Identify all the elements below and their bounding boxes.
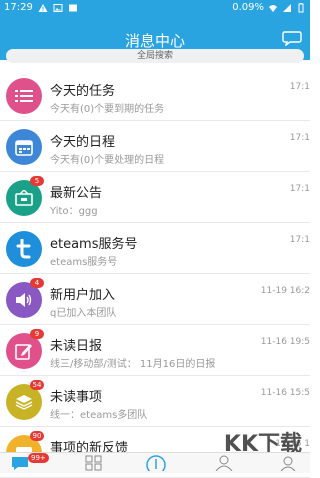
battery-percent: 0.09% [232,2,264,13]
message-title: eteams服务号 [50,237,138,252]
message-subtitle: 线三/移动部/测试： 11月16日的日报 [50,359,216,370]
search-placeholder: 全局搜索 [136,51,173,61]
warning-icon [38,3,48,12]
message-time: 17:1 [289,82,310,92]
gallery-icon [68,4,77,11]
service-t-icon [6,231,42,267]
message-time: 17:1 [289,184,310,194]
message-subtitle: 今天有(0)个要处理的日程 [50,155,165,166]
unread-badge: 5 [30,176,44,186]
message-row-service[interactable]: eteams服务号 eteams服务号 17:1 [0,223,310,274]
message-subtitle: Yito：ggg [50,206,98,217]
status-time: 17:29 [4,2,33,13]
message-title: 未读日报 [50,339,103,354]
calendar-icon [6,129,42,165]
wifi-icon [269,4,277,12]
message-time: 17:1 [289,235,310,245]
unread-badge: 9 [30,329,44,339]
message-time: 11-16 19:5 [260,337,310,347]
cell-signal-icon [283,3,291,12]
message-row-unread-items[interactable]: 54 未读事项 线一：eteams多团队 11-16 15:5 [0,376,310,427]
message-time: 11-19 16:2 [260,286,310,296]
status-bar: 17:29 0.09% [0,0,310,18]
image-icon [53,3,63,12]
unread-badge: 4 [30,278,44,288]
message-title: 未读事项 [50,390,103,405]
list-icon [6,78,42,114]
message-subtitle: 今天有(0)个要到期的任务 [50,104,165,115]
message-time: 11-16 15:5 [260,388,310,398]
message-subtitle: 线一：eteams多团队 [50,410,148,421]
message-time: 17:1 [289,133,310,143]
apps-tab-icon[interactable] [84,455,104,471]
tab-unread-badge: 99+ [28,453,49,463]
profile-tab-icon[interactable] [278,455,298,471]
contacts-tab-icon[interactable] [214,455,234,471]
battery-icon [298,2,304,12]
message-title: 最新公告 [50,186,103,201]
page-title: 消息中心 [124,32,185,50]
bottom-tab-bar: 99+ [0,452,310,473]
message-title: 今天的日程 [50,135,116,150]
message-subtitle: q已加入本团队 [50,308,117,319]
message-subtitle: eteams服务号 [50,257,118,268]
message-row-schedule[interactable]: 今天的日程 今天有(0)个要处理的日程 17:1 [0,121,310,172]
add-tab-icon[interactable] [146,455,166,471]
message-list: 今天的任务 今天有(0)个要到期的任务 17:1 今天的日程 今天有(0)个要处… [0,70,310,478]
message-title: 新用户加入 [50,288,116,303]
message-row-announcement[interactable]: 5 最新公告 Yito：ggg 17:1 [0,172,310,223]
message-row-daily-report[interactable]: 9 未读日报 线三/移动部/测试： 11月16日的日报 11-16 19:5 [0,325,310,376]
search-input[interactable]: 全局搜索 [6,49,304,63]
message-row-new-user[interactable]: 4 新用户加入 q已加入本团队 11-19 16:2 [0,274,310,325]
status-left: 17:29 [4,2,78,13]
message-tab-icon[interactable] [10,455,30,471]
chat-bubble-icon[interactable] [282,30,302,46]
unread-badge: 90 [30,431,44,441]
status-right: 0.09% [232,2,306,13]
unread-badge: 54 [30,380,44,390]
message-title: 今天的任务 [50,84,116,99]
message-row-tasks[interactable]: 今天的任务 今天有(0)个要到期的任务 17:1 [0,70,310,121]
